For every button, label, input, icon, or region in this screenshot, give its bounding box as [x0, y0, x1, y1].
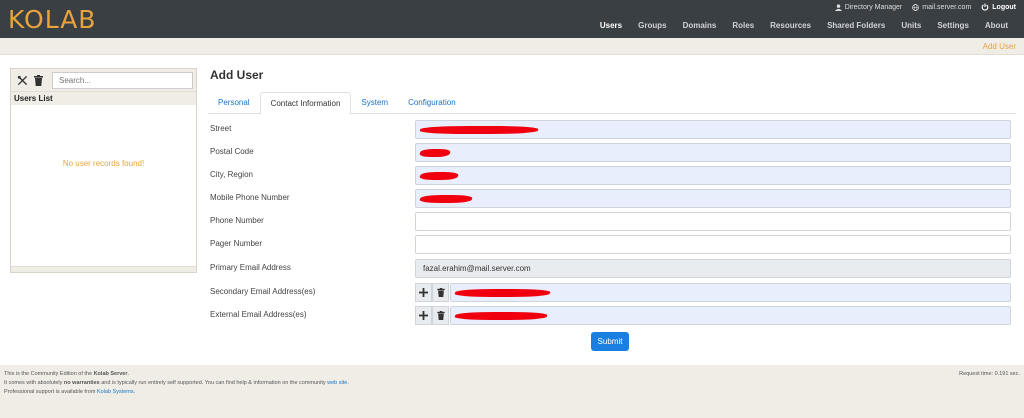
- user-icon: [834, 3, 842, 11]
- primary-email-row: Primary Email Address fazal.erahim@mail.…: [210, 259, 1011, 278]
- postal-code-row: Postal Code: [210, 143, 1011, 162]
- street-field[interactable]: [415, 120, 1011, 139]
- city-region-label: City, Region: [210, 170, 253, 179]
- street-row: Street: [210, 120, 1011, 139]
- redaction-mark: [418, 172, 460, 180]
- redaction-mark: [418, 126, 540, 134]
- nav-about[interactable]: About: [977, 21, 1016, 30]
- mobile-phone-row: Mobile Phone Number: [210, 189, 1011, 208]
- plus-icon: [419, 311, 428, 320]
- footer-text: This is the Community Edition of the: [4, 371, 94, 377]
- mobile-phone-label: Mobile Phone Number: [210, 193, 290, 202]
- footer-bold: no warranties: [63, 380, 100, 386]
- nav-units[interactable]: Units: [893, 21, 929, 30]
- nav-settings[interactable]: Settings: [929, 21, 977, 30]
- footer-line-3: Professional support is available from K…: [4, 389, 135, 395]
- plus-icon: [419, 288, 428, 297]
- request-time: Request time: 0.191 sec.: [959, 371, 1020, 377]
- kolab-systems-link[interactable]: Kolab Systems: [97, 389, 134, 395]
- nav-groups[interactable]: Groups: [630, 21, 674, 30]
- form-tabs: Personal Contact Information System Conf…: [208, 92, 1016, 115]
- pager-row: Pager Number: [210, 235, 1011, 254]
- empty-message: No user records found!: [62, 159, 145, 168]
- nav-users[interactable]: Users: [592, 21, 630, 30]
- redaction-mark: [453, 289, 552, 297]
- phone-field[interactable]: [415, 212, 1011, 231]
- user-menu[interactable]: Directory Manager: [834, 3, 903, 11]
- tab-contact-information[interactable]: Contact Information: [259, 92, 352, 115]
- footer-text: Professional support is available from: [4, 389, 97, 395]
- city-region-field[interactable]: [415, 166, 1011, 185]
- top-header: KOLAB Directory Manager mail.server.com …: [0, 0, 1024, 38]
- secondary-email-row: Secondary Email Address(es): [210, 283, 1011, 302]
- tab-system[interactable]: System: [351, 92, 398, 114]
- delete-secondary-email-button[interactable]: [432, 283, 449, 302]
- tab-personal[interactable]: Personal: [208, 92, 260, 114]
- users-panel-footer: [11, 266, 196, 272]
- domain-menu[interactable]: mail.server.com: [912, 4, 971, 11]
- footer-text: .: [127, 371, 130, 377]
- tab-configuration[interactable]: Configuration: [398, 92, 466, 114]
- trash-icon[interactable]: [32, 74, 44, 86]
- redaction-mark: [418, 195, 474, 203]
- main-nav: Users Groups Domains Roles Resources Sha…: [592, 21, 1016, 30]
- footer-text: .: [133, 389, 136, 395]
- footer-text: and is typically run entirely self suppo…: [99, 380, 328, 386]
- secondary-email-field[interactable]: [450, 283, 1011, 302]
- logout-label: Logout: [992, 3, 1016, 11]
- logout-link[interactable]: Logout: [981, 3, 1016, 11]
- domain-name: mail.server.com: [922, 3, 972, 11]
- action-bar: Add User: [0, 38, 1024, 55]
- add-user-link[interactable]: Add User: [983, 42, 1016, 51]
- postal-code-field[interactable]: [415, 143, 1011, 162]
- external-email-label: External Email Address(es): [210, 310, 307, 319]
- street-label: Street: [210, 124, 232, 133]
- secondary-email-label: Secondary Email Address(es): [210, 287, 316, 296]
- kolab-logo: KOLAB: [8, 5, 97, 34]
- power-icon: [981, 3, 989, 11]
- globe-icon: [912, 3, 920, 11]
- nav-domains[interactable]: Domains: [675, 21, 725, 30]
- users-list-title: Users List: [11, 91, 196, 105]
- footer-text: .: [347, 380, 349, 386]
- trash-icon: [436, 288, 445, 297]
- nav-shared-folders[interactable]: Shared Folders: [819, 21, 893, 30]
- trash-icon: [436, 311, 445, 320]
- phone-row: Phone Number: [210, 212, 1011, 231]
- page-footer: This is the Community Edition of the Kol…: [0, 365, 1024, 418]
- mobile-phone-field[interactable]: [415, 189, 1011, 208]
- redaction-mark: [418, 149, 452, 157]
- footer-text: It comes with absolutely: [4, 380, 64, 386]
- page-title: Add User: [210, 68, 264, 82]
- footer-line-2: It comes with absolutely no warranties a…: [4, 380, 349, 386]
- user-name: Directory Manager: [844, 3, 903, 11]
- community-website-link[interactable]: web site: [327, 380, 347, 386]
- footer-bold: Kolab Server: [93, 371, 128, 377]
- external-email-row: External Email Address(es): [210, 306, 1011, 325]
- delete-external-email-button[interactable]: [432, 306, 449, 325]
- pager-field[interactable]: [415, 235, 1011, 254]
- postal-code-label: Postal Code: [210, 147, 254, 156]
- tools-icon[interactable]: [16, 74, 28, 86]
- phone-label: Phone Number: [210, 216, 264, 225]
- primary-email-field: fazal.erahim@mail.server.com: [415, 259, 1011, 278]
- nav-roles[interactable]: Roles: [724, 21, 762, 30]
- main-content: Users List No user records found! Add Us…: [0, 55, 1024, 365]
- primary-email-label: Primary Email Address: [210, 263, 291, 272]
- user-search-input[interactable]: [52, 72, 193, 89]
- users-panel: Users List No user records found!: [10, 68, 197, 273]
- nav-resources[interactable]: Resources: [762, 21, 819, 30]
- submit-button[interactable]: Submit: [591, 332, 629, 351]
- pager-label: Pager Number: [210, 239, 263, 248]
- secondary-email-buttons: [415, 283, 450, 302]
- add-external-email-button[interactable]: [415, 306, 432, 325]
- city-region-row: City, Region: [210, 166, 1011, 185]
- external-email-buttons: [415, 306, 450, 325]
- user-links: Directory Manager mail.server.com Logout: [834, 3, 1016, 11]
- add-secondary-email-button[interactable]: [415, 283, 432, 302]
- footer-line-1: This is the Community Edition of the Kol…: [4, 371, 129, 377]
- redaction-mark: [453, 312, 549, 320]
- external-email-field[interactable]: [450, 306, 1011, 325]
